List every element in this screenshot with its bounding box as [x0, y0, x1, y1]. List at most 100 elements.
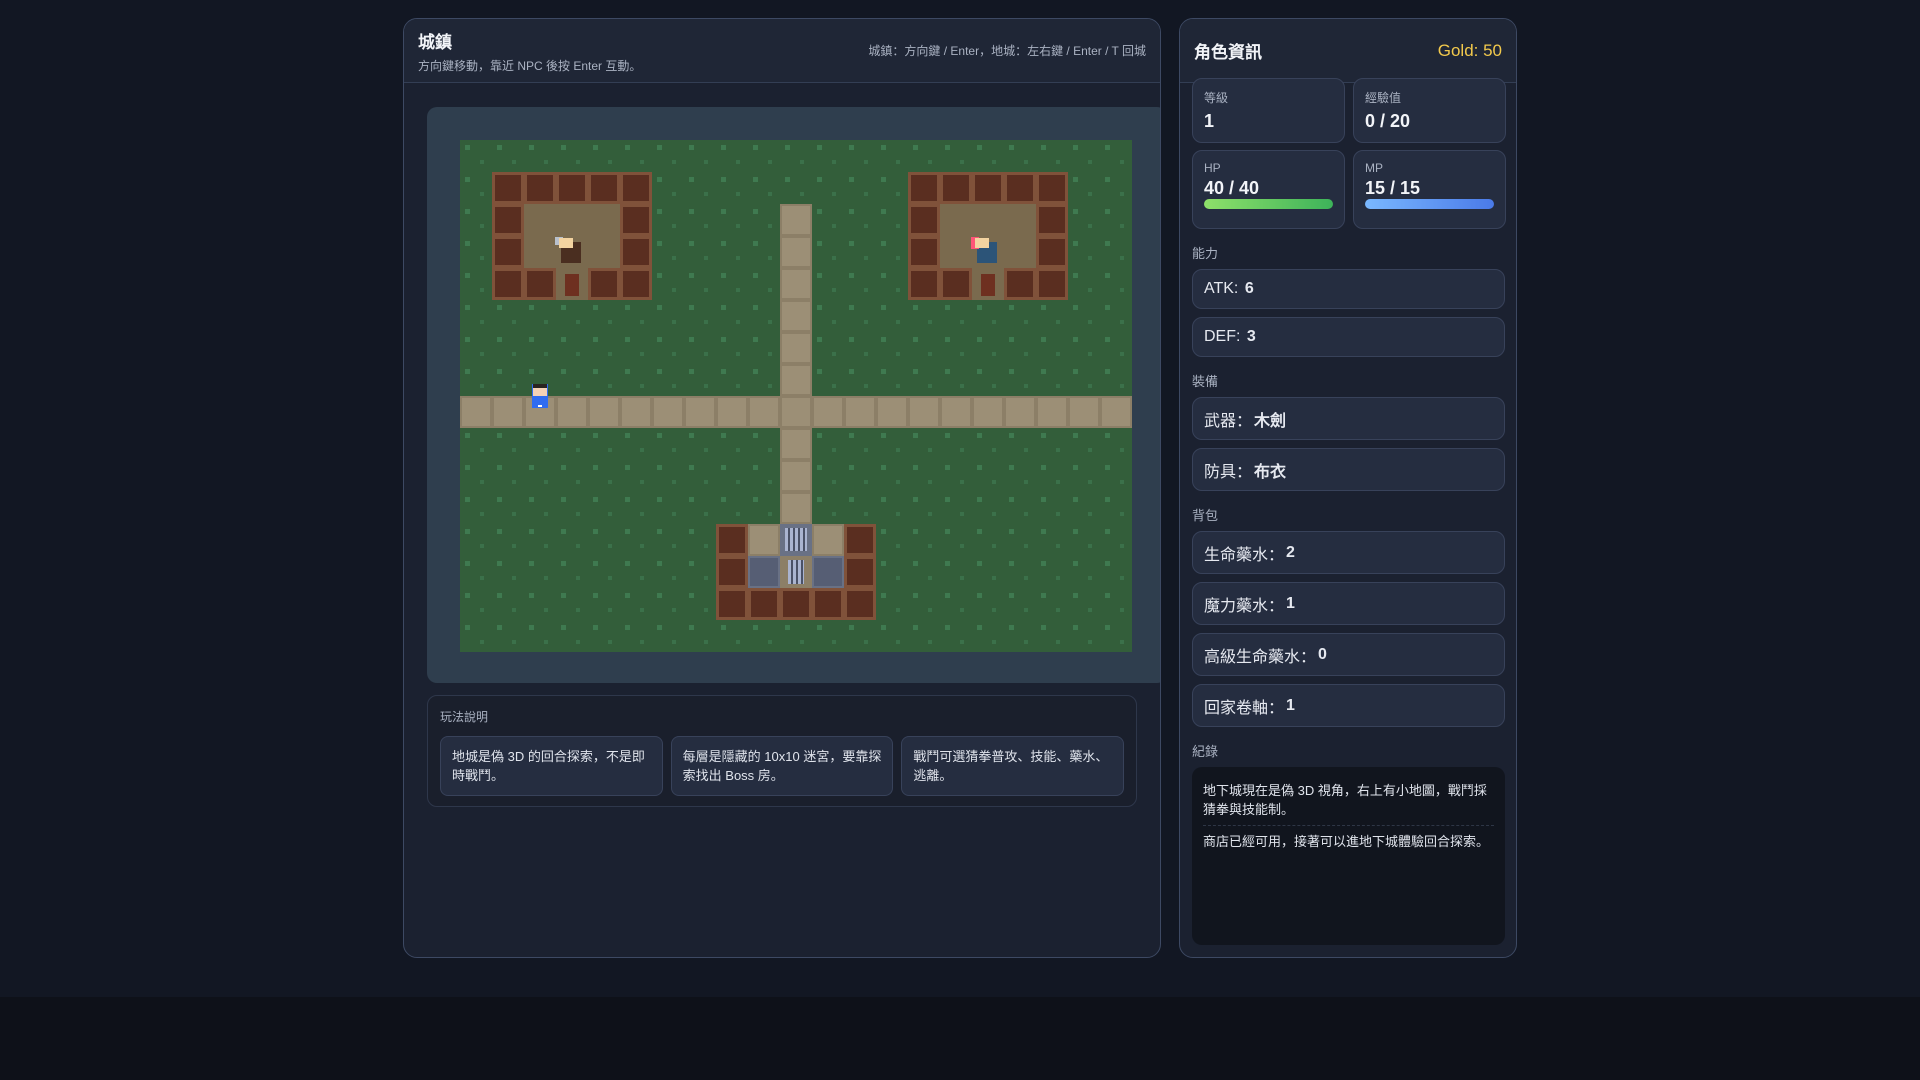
exp-card: 經驗值 0 / 20: [1353, 78, 1506, 143]
map-tile-grass: [460, 588, 492, 620]
map-tile-grass: [1036, 332, 1068, 364]
map-tile-grass: [1036, 140, 1068, 172]
map-tile-road: [652, 396, 684, 428]
bag-item[interactable]: 回家卷軸： 1: [1192, 684, 1505, 727]
mp-bar-track: [1365, 199, 1494, 209]
map-tile-wall: [844, 588, 876, 620]
map-tile-road: [556, 396, 588, 428]
weapon-smith-npc[interactable]: [555, 236, 588, 268]
map-tile-grass: [652, 300, 684, 332]
map-tile-wall: [908, 172, 940, 204]
map-tile-grass: [588, 140, 620, 172]
map-tile-grass: [556, 364, 588, 396]
map-tile-grass: [460, 492, 492, 524]
map-tile-grass: [1100, 460, 1132, 492]
map-tile-wall: [716, 524, 748, 556]
map-tile-grass: [812, 204, 844, 236]
map-tile-road: [684, 396, 716, 428]
map-tile-grass: [588, 460, 620, 492]
map-tile-grass: [716, 428, 748, 460]
map-tile-stone-floor: [748, 556, 780, 588]
map-tile-grass: [1036, 428, 1068, 460]
map-tile-grass: [812, 236, 844, 268]
map-frame: [427, 107, 1160, 683]
map-tile-grass: [556, 588, 588, 620]
map-tile-grass: [684, 140, 716, 172]
message-log[interactable]: 地下城現在是偽 3D 視角，右上有小地圖，戰鬥採猜拳與技能制。 商店已經可用，接…: [1192, 767, 1505, 945]
map-tile-grass: [1036, 556, 1068, 588]
map-tile-grass: [844, 204, 876, 236]
map-tile-grass: [1100, 332, 1132, 364]
bag-item[interactable]: 生命藥水： 2: [1192, 531, 1505, 574]
map-tile-wall: [1036, 268, 1068, 300]
map-tile-grass: [588, 364, 620, 396]
map-tile-grass: [588, 492, 620, 524]
map-tile-grass: [748, 364, 780, 396]
map-tile-grass: [748, 460, 780, 492]
map-tile-road: [780, 492, 812, 524]
map-tile-grass: [1068, 236, 1100, 268]
map-tile-floor: [588, 204, 620, 236]
map-tile-grass: [972, 460, 1004, 492]
map-tile-grass: [524, 588, 556, 620]
map-tile-grass: [556, 300, 588, 332]
map-tile-grass: [876, 460, 908, 492]
map-tile-grass: [460, 204, 492, 236]
item-shop-npc[interactable]: [971, 236, 1004, 268]
map-tile-grass: [940, 492, 972, 524]
map-tile-grass: [940, 140, 972, 172]
map-tile-grass: [940, 364, 972, 396]
map-tile-grass: [812, 428, 844, 460]
player-character[interactable]: [524, 364, 556, 408]
map-tile-grass: [716, 140, 748, 172]
map-tile-grass: [1068, 204, 1100, 236]
map-tile-grass: [908, 620, 940, 652]
gold-display: Gold: 50: [1437, 40, 1502, 60]
map-tile-grass: [1036, 588, 1068, 620]
map-tile-grass: [972, 140, 1004, 172]
map-tile-grass: [460, 460, 492, 492]
map-tile-wall: [492, 204, 524, 236]
map-tile-grass: [908, 524, 940, 556]
map-tile-grass: [620, 460, 652, 492]
map-tile-grass: [684, 492, 716, 524]
map-tile-grass: [940, 428, 972, 460]
map-tile-grass: [588, 588, 620, 620]
map-tile-grass: [652, 588, 684, 620]
town-map[interactable]: [460, 140, 1132, 652]
map-tile-grass: [876, 300, 908, 332]
map-tile-grass: [460, 332, 492, 364]
map-tile-road: [812, 396, 844, 428]
map-tile-grass: [652, 428, 684, 460]
instruction-card: 戰鬥可選猜拳普攻、技能、藥水、逃離。: [901, 736, 1125, 796]
map-tile-grass: [908, 300, 940, 332]
map-tile-grass: [780, 620, 812, 652]
map-tile-floor: [1004, 236, 1036, 268]
atk-label: ATK:: [1204, 280, 1239, 297]
map-tile-grass: [1068, 172, 1100, 204]
map-tile-grass: [876, 620, 908, 652]
bag-item[interactable]: 魔力藥水： 1: [1192, 582, 1505, 625]
map-tile-grass: [524, 620, 556, 652]
map-tile-floor: [524, 236, 556, 268]
map-tile-grass: [524, 140, 556, 172]
bag-item[interactable]: 高級生命藥水： 0: [1192, 633, 1505, 676]
map-tile-floor: [588, 236, 620, 268]
map-tile-wall: [908, 204, 940, 236]
map-tile-grass: [620, 524, 652, 556]
map-tile-door: [556, 268, 588, 300]
armor-value: 布衣: [1254, 463, 1287, 481]
map-tile-grass: [460, 140, 492, 172]
map-tile-road: [780, 268, 812, 300]
map-tile-grass: [716, 620, 748, 652]
item-count: 0: [1318, 645, 1327, 663]
map-tile-grass: [940, 332, 972, 364]
map-tile-wall: [780, 588, 812, 620]
map-tile-grass: [684, 268, 716, 300]
character-header: 角色資訊 Gold: 50: [1180, 19, 1516, 83]
map-tile-grass: [1100, 140, 1132, 172]
map-tile-grass: [1100, 524, 1132, 556]
map-tile-grass: [812, 332, 844, 364]
map-tile-grass: [588, 556, 620, 588]
map-tile-road: [940, 396, 972, 428]
